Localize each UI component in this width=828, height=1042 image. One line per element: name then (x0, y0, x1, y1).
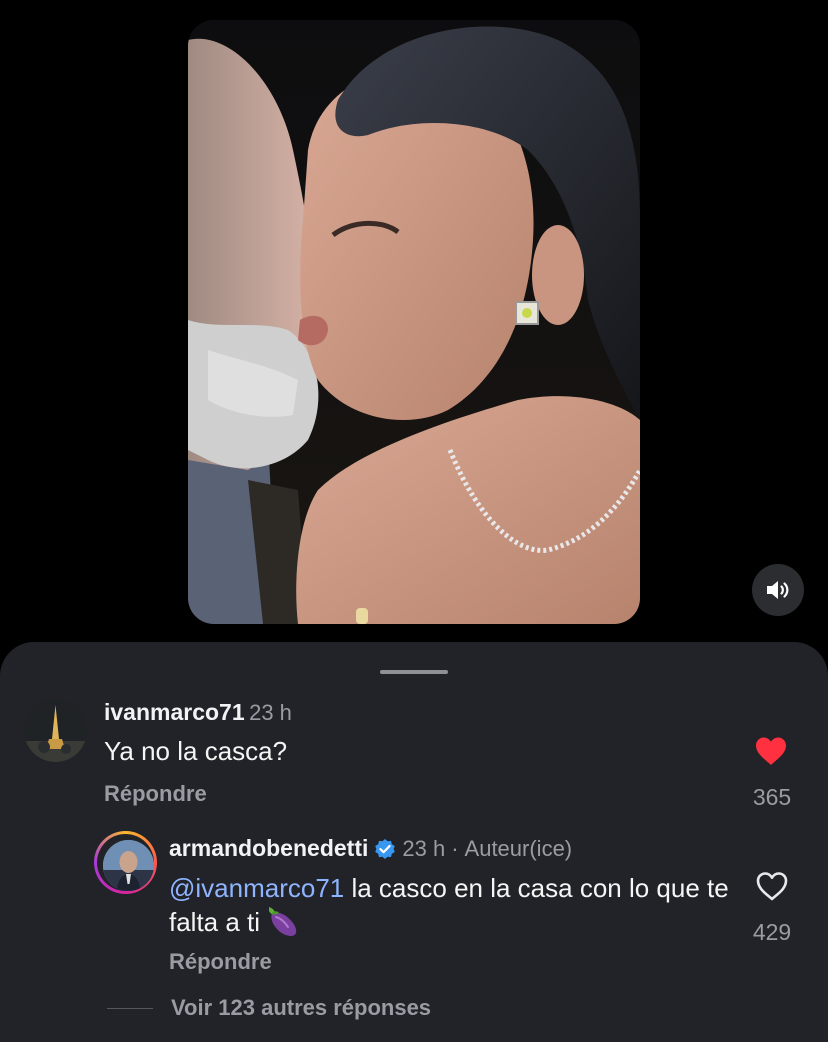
sheet-drag-handle[interactable] (380, 670, 448, 674)
avatar-armandobenedetti[interactable] (94, 831, 157, 894)
verified-badge-icon (375, 838, 396, 859)
comment-1-like-count: 365 (752, 784, 792, 810)
comment-2-username[interactable]: armandobenedetti (169, 835, 368, 862)
comment-1-text: Ya no la casca? (104, 736, 288, 766)
profile-photo (103, 840, 154, 891)
comment-1-username[interactable]: ivanmarco71 (104, 699, 245, 725)
comments-sheet: ivanmarco71 23 h Ya no la casca? Répondr… (0, 642, 828, 1042)
author-label: Auteur(ice) (464, 835, 573, 861)
heart-outline-icon (756, 872, 788, 901)
reel-video[interactable] (188, 20, 640, 624)
heart-filled-icon (756, 737, 786, 765)
eggplant-emoji (269, 907, 297, 936)
comment-2-header: armandobenedetti 23 h · Auteur(ice) (169, 835, 572, 862)
comment-2-reply-button[interactable]: Répondre (169, 949, 272, 975)
comment-1-time: 23 h (249, 700, 292, 725)
comment-2-time: 23 h (402, 835, 446, 861)
armandobenedetti-avatar-image (103, 840, 154, 891)
story-ring-gap (97, 834, 154, 891)
comment-2-like-button[interactable] (755, 871, 789, 906)
sound-toggle-button[interactable] (752, 564, 804, 616)
comment-1-reply-button[interactable]: Répondre (104, 781, 207, 807)
eiffel-tower-avatar-image (24, 699, 87, 762)
mention-link[interactable]: @ivanmarco71 (169, 873, 344, 903)
app-screen: ivanmarco71 23 h Ya no la casca? Répondr… (0, 0, 828, 1042)
meta-separator: · (451, 835, 459, 861)
comment-1-header: ivanmarco71 23 h (104, 699, 292, 726)
avatar-ivanmarco71[interactable] (24, 699, 87, 762)
speaker-volume-icon (767, 581, 789, 599)
video-frame-image (188, 20, 640, 624)
view-more-replies-button[interactable]: Voir 123 autres réponses (171, 995, 431, 1021)
comment-1-like-button[interactable] (754, 736, 788, 771)
replies-divider (107, 1008, 153, 1009)
comment-2-text: @ivanmarco71 la casco en la casa con lo … (169, 872, 729, 939)
comment-2-like-count: 429 (752, 919, 792, 945)
